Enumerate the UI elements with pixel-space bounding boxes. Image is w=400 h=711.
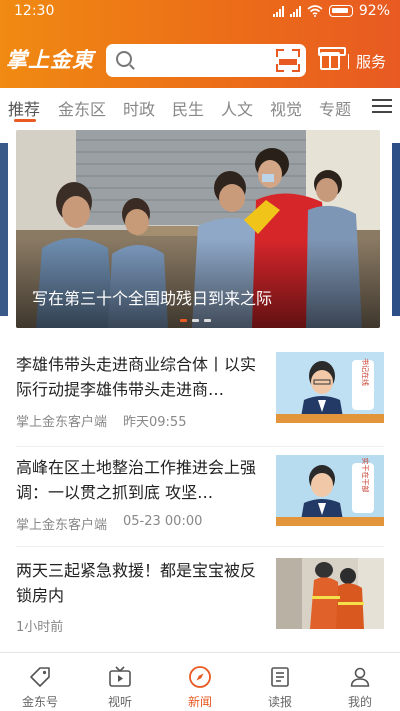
carousel-indicator bbox=[180, 319, 211, 322]
menu-icon[interactable] bbox=[372, 99, 392, 113]
banner-carousel[interactable]: 写在第三十个全国助残日到来之际 bbox=[16, 130, 380, 328]
nav-label: 新闻 bbox=[187, 695, 212, 709]
carousel-dot bbox=[204, 319, 211, 322]
news-item[interactable]: 李雄伟带头走进商业综合体丨以实际行动提李雄伟带头走进商… 掌上金东客户端 昨天0… bbox=[16, 352, 384, 432]
header: 12:30 92% 掌上金東 服务 bbox=[0, 0, 400, 88]
next-slide-peek[interactable] bbox=[392, 143, 400, 316]
news-title: 高峰在区土地整治工作推进会上强调：一以贯之抓到底 攻坚… bbox=[16, 458, 257, 502]
news-title: 两天三起紧急救援！都是宝宝被反锁房内 bbox=[16, 561, 257, 605]
tag-icon bbox=[30, 667, 50, 687]
channel-tabs: 推荐 金东区 时政 民生 人文 视觉 专题 bbox=[0, 88, 400, 124]
tab-recommend[interactable]: 推荐 bbox=[8, 96, 40, 120]
nav-label: 读报 bbox=[267, 695, 292, 709]
signal-icon bbox=[272, 5, 284, 17]
wifi-icon bbox=[307, 5, 323, 17]
compass-icon bbox=[189, 666, 211, 688]
tab-culture[interactable]: 人文 bbox=[221, 96, 253, 120]
tab-politics[interactable]: 时政 bbox=[123, 96, 155, 120]
user-icon bbox=[350, 667, 370, 687]
search-bar[interactable] bbox=[106, 44, 306, 77]
news-time: 昨天09:55 bbox=[123, 415, 187, 430]
news-thumbnail: 实干在干部 bbox=[276, 455, 384, 526]
news-item[interactable]: 高峰在区土地整治工作推进会上强调：一以贯之抓到底 攻坚… 掌上金东客户端 05-… bbox=[16, 455, 384, 535]
banner-caption: 写在第三十个全国助残日到来之际 bbox=[32, 289, 273, 308]
tv-icon bbox=[109, 666, 131, 687]
signal-icon bbox=[289, 5, 301, 17]
nav-news[interactable]: 新闻 bbox=[160, 653, 240, 711]
status-icons: 92% bbox=[272, 3, 390, 19]
tab-visual[interactable]: 视觉 bbox=[270, 96, 302, 120]
tab-special[interactable]: 专题 bbox=[319, 96, 351, 120]
news-thumbnail: 书记在线 bbox=[276, 352, 384, 423]
nav-jindong-hao[interactable]: 金东号 bbox=[0, 653, 80, 711]
bottom-nav: 金东号 视听 新闻 读报 我的 bbox=[0, 652, 400, 711]
app-logo: 掌上金東 bbox=[6, 47, 94, 72]
news-title: 李雄伟带头走进商业综合体丨以实际行动提李雄伟带头走进商… bbox=[16, 355, 257, 399]
nav-label: 金东号 bbox=[21, 695, 58, 709]
news-time: 05-23 00:00 bbox=[123, 514, 203, 529]
search-icon bbox=[116, 51, 132, 67]
divider bbox=[16, 546, 384, 547]
divider bbox=[16, 446, 384, 447]
news-source: 掌上金东客户端 bbox=[16, 518, 108, 533]
status-bar: 12:30 92% bbox=[0, 0, 400, 24]
nav-label: 视听 bbox=[107, 695, 132, 709]
battery-icon bbox=[328, 5, 353, 17]
top-bar: 掌上金東 服务 bbox=[0, 38, 400, 88]
divider bbox=[348, 54, 349, 69]
active-tab-indicator bbox=[14, 119, 36, 122]
carousel-dot bbox=[180, 319, 187, 322]
news-item[interactable]: 两天三起紧急救援！都是宝宝被反锁房内 1小时前 bbox=[16, 558, 384, 638]
news-time: 1小时前 bbox=[16, 620, 64, 635]
news-source: 掌上金东客户端 bbox=[16, 415, 108, 430]
service-button[interactable]: 服务 bbox=[356, 51, 386, 72]
gift-icon[interactable] bbox=[318, 47, 346, 70]
battery-level: 92% bbox=[358, 3, 390, 19]
nav-read-paper[interactable]: 读报 bbox=[240, 653, 320, 711]
status-time: 12:30 bbox=[14, 3, 55, 19]
news-thumbnail bbox=[276, 558, 384, 629]
nav-audio-visual[interactable]: 视听 bbox=[80, 653, 160, 711]
app-root: 12:30 92% 掌上金東 服务 推荐 金东区 时政 民生 人文 视觉 专题 … bbox=[0, 0, 400, 711]
newspaper-icon bbox=[271, 667, 289, 687]
tab-jindong-district[interactable]: 金东区 bbox=[58, 96, 106, 120]
thumbnail-text: 实干在干部 bbox=[361, 458, 370, 493]
scan-icon[interactable] bbox=[276, 49, 300, 72]
prev-slide-peek[interactable] bbox=[0, 143, 8, 316]
nav-label: 我的 bbox=[347, 695, 372, 709]
thumbnail-text: 书记在线 bbox=[361, 358, 370, 386]
nav-mine[interactable]: 我的 bbox=[320, 653, 400, 711]
tab-livelihood[interactable]: 民生 bbox=[172, 96, 204, 120]
carousel-dot bbox=[192, 319, 199, 322]
